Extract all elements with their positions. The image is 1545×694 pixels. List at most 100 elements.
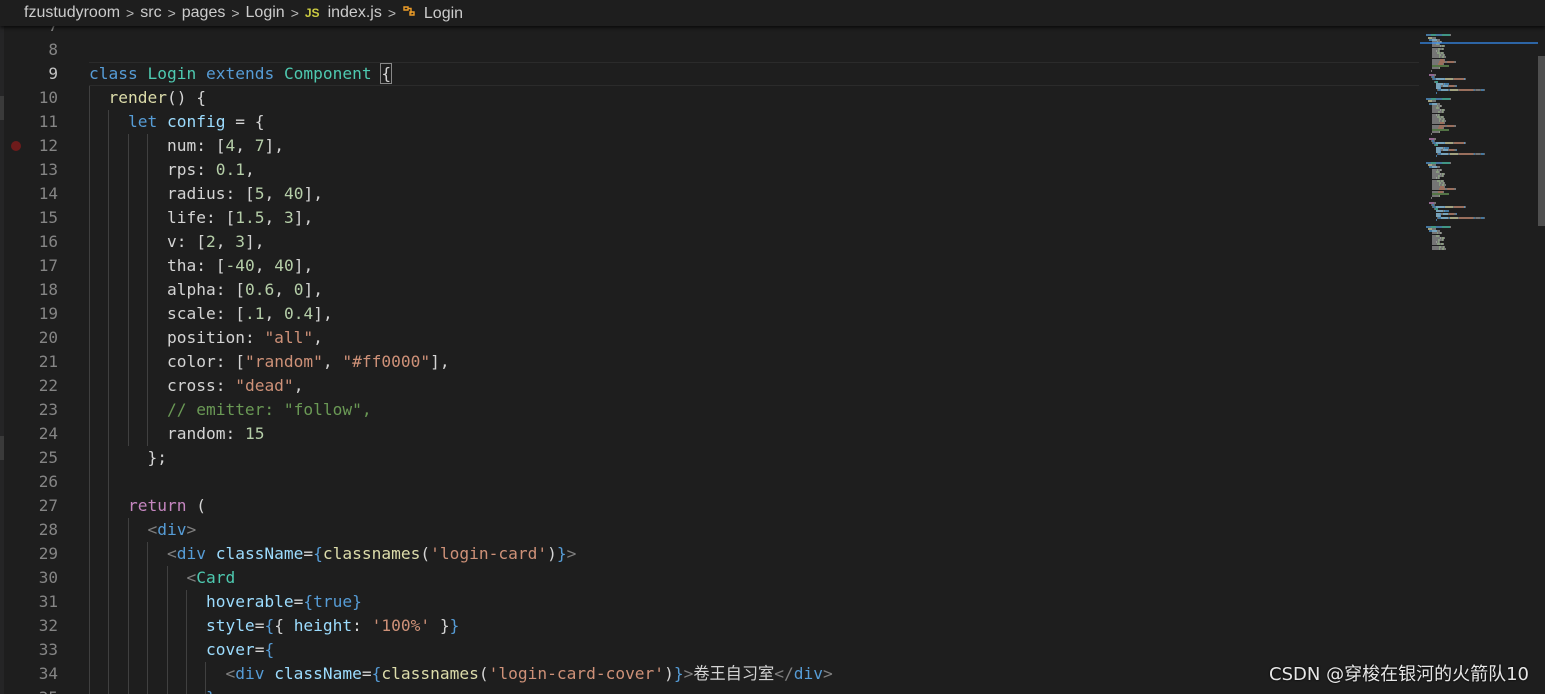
code-token: "#ff0000": [342, 352, 431, 371]
line-number[interactable]: 10: [18, 86, 58, 110]
code-line[interactable]: };: [89, 446, 167, 470]
code-line[interactable]: <div className={classnames('login-card')…: [89, 542, 576, 566]
line-number[interactable]: 8: [18, 38, 58, 62]
line-number[interactable]: 9: [18, 62, 58, 86]
minimap-line: [1483, 217, 1485, 219]
code-token: <: [225, 664, 236, 683]
line-number[interactable]: 16: [18, 230, 58, 254]
code-line[interactable]: // emitter: "follow",: [89, 398, 372, 422]
code-line[interactable]: return (: [89, 494, 206, 518]
line-number[interactable]: 28: [18, 518, 58, 542]
line-number[interactable]: 12: [18, 134, 58, 158]
code-line[interactable]: <Card: [89, 566, 235, 590]
line-number[interactable]: 7: [18, 26, 58, 38]
code-token: :: [196, 160, 216, 179]
line-number[interactable]: 33: [18, 638, 58, 662]
breadcrumb-item-src[interactable]: src: [140, 4, 161, 22]
minimap-line: [1442, 98, 1450, 101]
code-token: 卷王自习室: [693, 664, 775, 683]
minimap-line: [1465, 142, 1467, 145]
code-line[interactable]: random: 15: [89, 422, 264, 446]
line-number[interactable]: 31: [18, 590, 58, 614]
line-number[interactable]: 22: [18, 374, 58, 398]
line-number[interactable]: 35: [18, 686, 58, 694]
code-line[interactable]: scale: [.1, 0.4],: [89, 302, 333, 326]
line-number[interactable]: 27: [18, 494, 58, 518]
line-number[interactable]: 21: [18, 350, 58, 374]
code-line[interactable]: cover={: [89, 638, 274, 662]
minimap-line: [1442, 34, 1450, 37]
scrollbar-thumb[interactable]: [1538, 56, 1545, 226]
line-number[interactable]: 20: [18, 326, 58, 350]
code-line[interactable]: tha: [-40, 40],: [89, 254, 313, 278]
breadcrumb-item-pages[interactable]: pages: [182, 4, 226, 22]
line-number[interactable]: 30: [18, 566, 58, 590]
code-token: ,: [274, 280, 294, 299]
code-token: ],: [313, 304, 333, 323]
code-line[interactable]: cross: "dead",: [89, 374, 303, 398]
line-number[interactable]: 15: [18, 206, 58, 230]
breadcrumb-item-login-folder[interactable]: Login: [246, 4, 285, 22]
line-number[interactable]: 24: [18, 422, 58, 446]
line-number[interactable]: 26: [18, 470, 58, 494]
code-editor[interactable]: class Login extends Component { render()…: [89, 26, 1419, 694]
code-token: ): [664, 664, 674, 683]
line-number-gutter[interactable]: 7891011121314151617181920212223242526272…: [0, 26, 88, 694]
line-number[interactable]: 34: [18, 662, 58, 686]
code-line[interactable]: <div className={classnames('login-card-c…: [89, 662, 832, 686]
line-number[interactable]: 32: [18, 614, 58, 638]
code-token: : [: [196, 256, 226, 275]
line-number[interactable]: 19: [18, 302, 58, 326]
code-token: 'login-card': [430, 544, 548, 563]
code-token: alpha: [166, 280, 216, 299]
code-line[interactable]: render() {: [89, 86, 206, 110]
line-number[interactable]: 29: [18, 542, 58, 566]
code-line[interactable]: num: [4, 7],: [89, 134, 284, 158]
code-line[interactable]: class Login extends Component {: [89, 62, 393, 86]
code-token: 40: [283, 184, 304, 203]
minimap-line: [1430, 197, 1433, 200]
line-number[interactable]: 18: [18, 278, 58, 302]
code-line[interactable]: <div>: [89, 518, 196, 542]
code-line[interactable]: radius: [5, 40],: [89, 182, 323, 206]
vertical-scrollbar[interactable]: [1538, 26, 1545, 694]
code-line[interactable]: life: [1.5, 3],: [89, 206, 313, 230]
minimap-line: [1438, 195, 1441, 197]
line-number[interactable]: 13: [18, 158, 58, 182]
minimap-line: [1445, 206, 1454, 208]
code-token: >: [566, 544, 577, 563]
code-token: "random": [244, 352, 323, 371]
code-line[interactable]: style={{ height: '100%' }}: [89, 614, 459, 638]
breadcrumb-separator-chevron-icon: >: [231, 5, 240, 21]
code-token: =: [303, 544, 314, 563]
code-token: : [: [215, 304, 245, 323]
line-number[interactable]: 25: [18, 446, 58, 470]
code-line[interactable]: hoverable={true}: [89, 590, 362, 614]
code-line[interactable]: v: [2, 3],: [89, 230, 265, 254]
line-number[interactable]: 17: [18, 254, 58, 278]
line-number[interactable]: 14: [18, 182, 58, 206]
line-number[interactable]: 11: [18, 110, 58, 134]
breadcrumb-item-project[interactable]: fzustudyroom: [24, 4, 120, 22]
code-line[interactable]: let config = {: [89, 110, 264, 134]
breadcrumb-item-file[interactable]: JS index.js: [305, 4, 382, 22]
minimap-line: [1446, 188, 1454, 191]
code-line[interactable]: color: ["random", "#ff0000"],: [89, 350, 450, 374]
code-line[interactable]: rps: 0.1,: [89, 158, 255, 182]
minimap[interactable]: [1420, 26, 1538, 694]
line-number[interactable]: 23: [18, 398, 58, 422]
code-line[interactable]: position: "all",: [89, 326, 323, 350]
code-token: :: [244, 328, 265, 347]
minimap-line: [1454, 142, 1464, 145]
minimap-line: [1458, 153, 1474, 156]
code-line[interactable]: alpha: [0.6, 0],: [89, 278, 323, 302]
code-token: =: [361, 664, 372, 683]
minimap-line: [1450, 217, 1458, 219]
code-line[interactable]: }: [89, 686, 216, 694]
breadcrumb-item-symbol[interactable]: Login: [402, 4, 463, 23]
minimap-line: [1446, 60, 1454, 63]
